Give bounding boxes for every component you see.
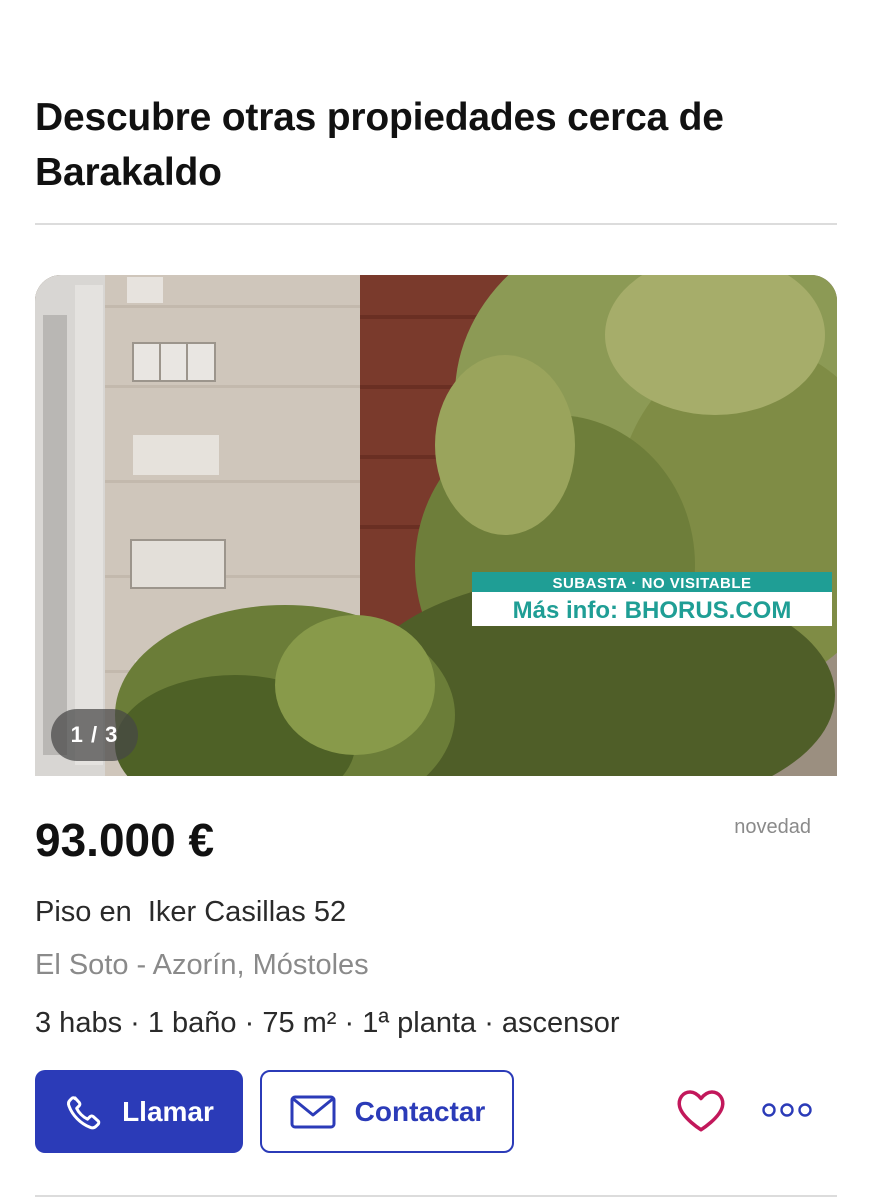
- new-badge: novedad: [734, 816, 811, 838]
- listing-location: El Soto - Azorín, Móstoles: [35, 949, 369, 981]
- listing-features: 3 habs · 1 baño · 75 m² · 1ª planta · as…: [35, 1007, 620, 1039]
- listing-price: 93.000 €: [35, 814, 215, 866]
- listing-photo[interactable]: SUBASTA · NO VISITABLE Más info: BHORUS.…: [35, 275, 837, 776]
- favorite-button[interactable]: [673, 1086, 729, 1136]
- contact-button[interactable]: Contactar: [260, 1070, 514, 1153]
- contact-button-label: Contactar: [354, 1095, 486, 1127]
- overlay-line1: SUBASTA · NO VISITABLE: [552, 575, 751, 592]
- divider: [35, 223, 837, 225]
- property-photo-image: SUBASTA · NO VISITABLE Más info: BHORUS.…: [35, 275, 837, 776]
- overlay-line2: Más info: BHORUS.COM: [513, 597, 792, 624]
- phone-icon: [64, 1092, 104, 1132]
- heart-icon: [674, 1085, 728, 1137]
- listing-title[interactable]: Piso en Iker Casillas 52: [35, 896, 346, 929]
- more-options-button[interactable]: [757, 1092, 817, 1132]
- envelope-icon: [289, 1094, 337, 1130]
- divider: [35, 1195, 837, 1197]
- photo-counter: 1 / 3: [51, 709, 138, 761]
- call-button-label: Llamar: [122, 1095, 214, 1127]
- more-options-icon: [760, 1101, 814, 1123]
- section-title: Descubre otras propiedades cerca de Bara…: [35, 96, 724, 194]
- call-button[interactable]: Llamar: [35, 1070, 243, 1153]
